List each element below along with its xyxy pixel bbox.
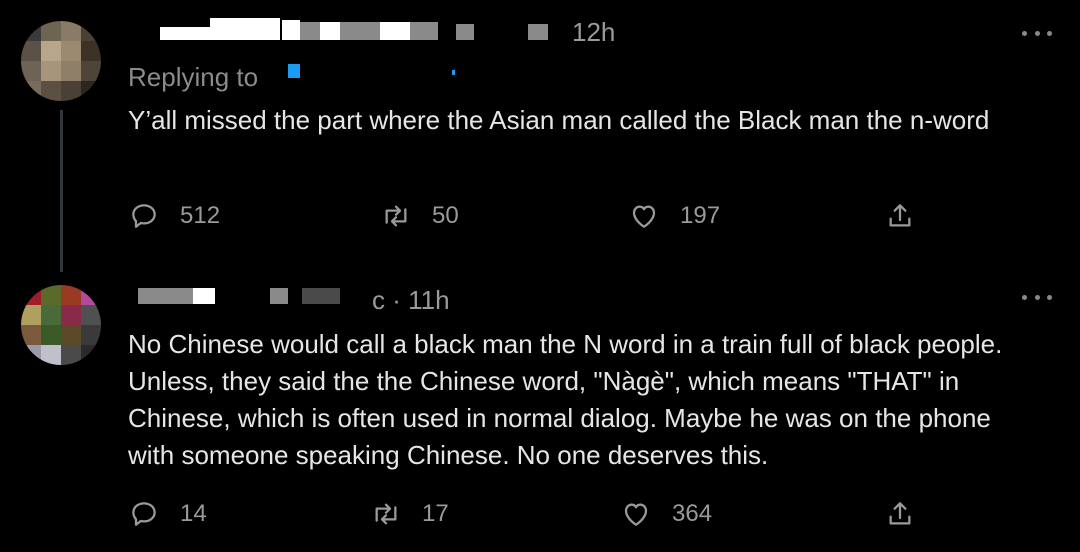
avatar[interactable] [21,21,101,101]
tweet-time[interactable]: c · 11h [372,285,450,316]
tweet-actions: 14 17 364 [128,494,928,534]
tweet-actions: 512 50 197 [128,196,928,236]
replying-to-label: Replying to [128,62,259,92]
retweet-count: 17 [422,500,449,527]
redacted-handle [456,24,474,40]
redacted-block [410,22,438,40]
retweet-count: 50 [432,202,459,229]
more-icon[interactable] [1022,292,1052,302]
reply-icon [132,204,156,228]
like-icon [632,205,656,228]
reply-count: 14 [180,500,207,527]
redacted-block [193,288,215,304]
redacted-block [300,22,320,40]
like-icon [624,503,648,526]
avatar[interactable] [21,285,101,365]
like-count: 364 [672,500,713,527]
redacted-block [380,22,410,40]
like-count: 197 [680,202,721,229]
redacted-block [282,20,300,40]
tweet[interactable]: 12h Replying to Y’all missed the part wh… [0,0,1080,272]
redacted-mention[interactable] [288,64,300,78]
redacted-mention[interactable] [452,70,455,75]
redacted-handle [528,24,548,40]
redacted-block [210,18,280,30]
like-button[interactable]: 197 [628,196,720,236]
reply-icon [132,502,156,526]
redacted-block [340,22,380,40]
reply-button[interactable]: 512 [128,196,220,236]
share-icon [889,502,911,525]
share-button[interactable] [884,494,916,534]
reply-count: 512 [180,202,221,229]
retweet-icon [375,503,397,525]
more-icon[interactable] [1022,28,1052,38]
retweet-icon [385,205,407,227]
thread-line [60,110,63,272]
retweet-button[interactable]: 50 [380,196,459,236]
redacted-display-name [138,288,193,304]
tweet-text: No Chinese would call a black man the N … [128,329,1003,470]
share-icon [889,204,911,227]
redacted-handle [302,288,340,304]
reply-button[interactable]: 14 [128,494,207,534]
retweet-button[interactable]: 17 [370,494,449,534]
like-button[interactable]: 364 [620,494,712,534]
tweet-text: Y’all missed the part where the Asian ma… [128,105,990,135]
share-button[interactable] [884,196,916,236]
tweet[interactable]: c · 11h No Chinese would call a black ma… [0,270,1080,552]
tweet-time[interactable]: 12h [572,17,615,48]
replying-to: Replying to [128,62,258,93]
redacted-block [320,22,340,40]
redacted-handle [270,288,288,304]
